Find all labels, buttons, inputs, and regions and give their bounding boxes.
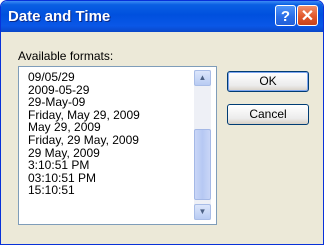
vertical-scrollbar[interactable]: ▲ ▼ xyxy=(194,70,211,220)
cancel-button[interactable]: Cancel xyxy=(227,104,309,125)
title-bar[interactable]: Date and Time ? ✕ xyxy=(1,1,323,32)
list-item[interactable]: 15:10:51 xyxy=(28,184,140,197)
close-button[interactable]: ✕ xyxy=(297,5,318,26)
formats-listbox[interactable]: 09/05/29 2009-05-29 29-May-09 Friday, Ma… xyxy=(18,66,217,225)
ok-button[interactable]: OK xyxy=(227,71,309,92)
scroll-up-button[interactable]: ▲ xyxy=(194,70,211,86)
help-button[interactable]: ? xyxy=(275,5,296,26)
scrollbar-thumb[interactable] xyxy=(194,129,211,200)
help-icon: ? xyxy=(280,8,291,25)
date-and-time-dialog: Date and Time ? ✕ Available formats: 09/… xyxy=(0,0,324,245)
chevron-down-icon: ▼ xyxy=(198,207,207,216)
list-item[interactable]: 29-May-09 xyxy=(28,96,140,109)
scroll-down-button[interactable]: ▼ xyxy=(194,204,211,220)
chevron-up-icon: ▲ xyxy=(198,73,207,82)
list-item[interactable]: 09/05/29 xyxy=(28,71,140,84)
list-item[interactable]: Friday, 29 May, 2009 xyxy=(28,134,140,147)
list-item[interactable]: 3:10:51 PM xyxy=(28,159,140,172)
available-formats-label: Available formats: xyxy=(18,49,114,63)
close-icon: ✕ xyxy=(300,8,315,25)
dialog-title: Date and Time xyxy=(8,8,111,25)
formats-list: 09/05/29 2009-05-29 29-May-09 Friday, Ma… xyxy=(28,71,140,197)
